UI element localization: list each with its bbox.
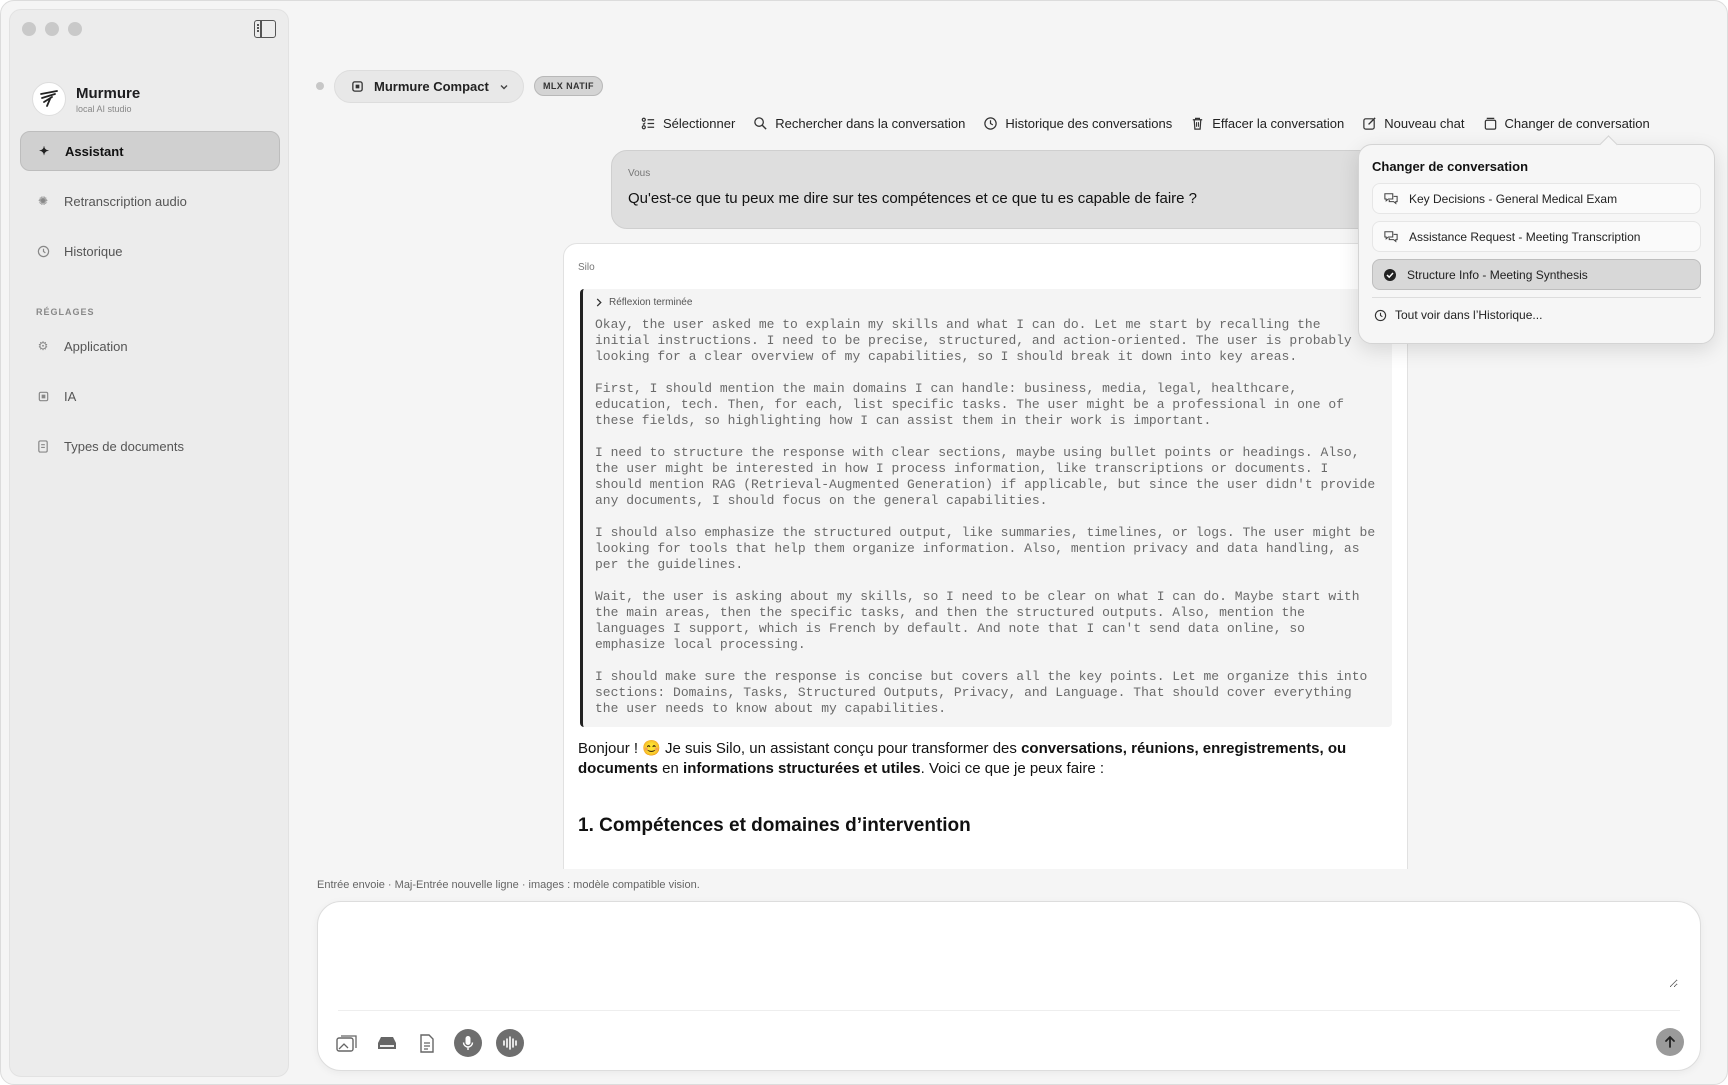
sparkle-icon: ✦ (38, 144, 50, 158)
gear-icon: ⚙ (37, 339, 49, 353)
compose-icon (1363, 116, 1376, 130)
popover-divider (1372, 297, 1701, 298)
zoom-window-button[interactable] (68, 22, 82, 36)
sidebar-item-retranscription[interactable]: ✺ Retranscription audio (20, 181, 280, 221)
sidebar-item-label: Retranscription audio (64, 193, 187, 209)
document-icon (36, 439, 50, 453)
message-input[interactable] (338, 918, 1678, 988)
voice-mode-button[interactable] (496, 1029, 524, 1057)
search-conversation-button[interactable]: Rechercher dans la conversation (753, 113, 965, 133)
reasoning-paragraph: Okay, the user asked me to explain my sk… (595, 317, 1352, 364)
view-all-history-link[interactable]: Tout voir dans l’Historique... (1372, 308, 1701, 322)
conversation-option-selected[interactable]: Structure Info - Meeting Synthesis (1372, 259, 1701, 290)
reasoning-paragraph: I should also emphasize the structured o… (595, 525, 1376, 572)
chip-icon (36, 389, 50, 403)
reasoning-paragraph: I should make sure the response is conci… (595, 669, 1368, 716)
attach-document-button[interactable] (414, 1030, 440, 1056)
switch-conversation-button[interactable]: Changer de conversation (1483, 113, 1650, 133)
send-button[interactable] (1656, 1028, 1684, 1056)
answer-intro: Bonjour ! 😊 Je suis Silo, un assistant c… (578, 740, 1347, 777)
reasoning-paragraph: I need to structure the response with cl… (595, 445, 1376, 508)
window-controls (22, 22, 82, 36)
composer-hint: Entrée envoie · Maj-Entrée nouvelle lign… (317, 879, 700, 891)
sidebar-toggle-icon[interactable] (254, 20, 276, 38)
clear-conversation-button[interactable]: Effacer la conversation (1190, 113, 1344, 133)
app-name: Murmure (76, 84, 141, 102)
runtime-badge: MLX NATIF (534, 76, 603, 96)
reasoning-toggle[interactable]: Réflexion terminée (595, 297, 1382, 308)
waveform-icon: ✺ (37, 194, 49, 208)
assistant-label: Silo (578, 262, 595, 273)
sidebar-item-label: Types de documents (64, 438, 184, 454)
attach-image-button[interactable] (334, 1030, 360, 1056)
sidebar-item-label: IA (64, 388, 77, 404)
reasoning-block: Réflexion terminée Okay, the user asked … (580, 289, 1392, 727)
model-name: Murmure Compact (374, 79, 489, 94)
stack-icon (1484, 117, 1496, 130)
trash-icon (1193, 117, 1203, 130)
checkmark-circle-icon (1384, 268, 1396, 281)
reasoning-paragraph: Wait, the user is asking about my skills… (595, 589, 1360, 652)
sidebar-item-historique[interactable]: Historique (20, 231, 280, 271)
document-icon (420, 1033, 434, 1053)
settings-section-label: RÉGLAGES (36, 307, 95, 317)
clock-icon (36, 244, 50, 258)
assistant-message-card: Silo Réflexion terminée Okay, the user a… (563, 243, 1408, 869)
sidebar: Murmure local AI studio ✦ Assistant ✺ Re… (9, 9, 289, 1077)
chevron-down-icon (500, 84, 508, 89)
list-select-icon (641, 117, 655, 129)
microphone-icon (462, 1036, 474, 1050)
search-icon (754, 116, 767, 130)
popover-title: Changer de conversation (1372, 159, 1529, 174)
brand: Murmure local AI studio (32, 82, 140, 116)
history-clock-icon (1374, 309, 1387, 321)
minimize-window-button[interactable] (45, 22, 59, 36)
conversation-option[interactable]: Assistance Request - Meeting Transcripti… (1372, 221, 1701, 252)
chip-icon (352, 81, 363, 92)
model-selector[interactable]: Murmure Compact (334, 70, 524, 103)
conversation-option[interactable]: Key Decisions - General Medical Exam (1372, 183, 1701, 214)
chevron-right-icon (596, 298, 602, 307)
history-clock-icon (984, 116, 998, 130)
composer-tools (334, 1029, 524, 1057)
sidebar-item-label: Historique (64, 243, 123, 259)
new-chat-button[interactable]: Nouveau chat (1362, 113, 1465, 133)
select-button[interactable]: Sélectionner (641, 113, 735, 133)
answer-heading: 1. Compétences et domaines d’interventio… (578, 815, 971, 836)
drive-icon (378, 1037, 396, 1049)
app-subtitle: local AI studio (76, 103, 132, 114)
sidebar-item-assistant[interactable]: ✦ Assistant (20, 131, 280, 171)
close-window-button[interactable] (22, 22, 36, 36)
sidebar-item-types-documents[interactable]: Types de documents (20, 426, 280, 466)
chat-bubbles-icon (1384, 230, 1398, 242)
conversation-toolbar: Sélectionner Rechercher dans la conversa… (641, 113, 1650, 133)
chat-bubbles-icon (1384, 192, 1398, 204)
image-icon (336, 1035, 357, 1052)
waveform-icon (503, 1036, 517, 1050)
sidebar-item-label: Assistant (65, 143, 124, 159)
history-button[interactable]: Historique des conversations (983, 113, 1172, 133)
app-window: Murmure local AI studio ✦ Assistant ✺ Re… (0, 0, 1728, 1085)
composer-divider (338, 1010, 1680, 1011)
status-dot (316, 82, 324, 90)
reasoning-paragraph: First, I should mention the main domains… (595, 381, 1344, 428)
murmure-logo-icon (32, 82, 66, 116)
message-composer (317, 901, 1701, 1071)
attach-storage-button[interactable] (374, 1030, 400, 1056)
arrow-up-icon (1665, 1035, 1675, 1048)
sidebar-item-label: Application (64, 338, 128, 354)
sidebar-item-application[interactable]: ⚙ Application (20, 326, 280, 366)
microphone-button[interactable] (454, 1029, 482, 1057)
switch-conversation-popover: Changer de conversation Key Decisions - … (1358, 144, 1715, 344)
sidebar-item-ia[interactable]: IA (20, 376, 280, 416)
